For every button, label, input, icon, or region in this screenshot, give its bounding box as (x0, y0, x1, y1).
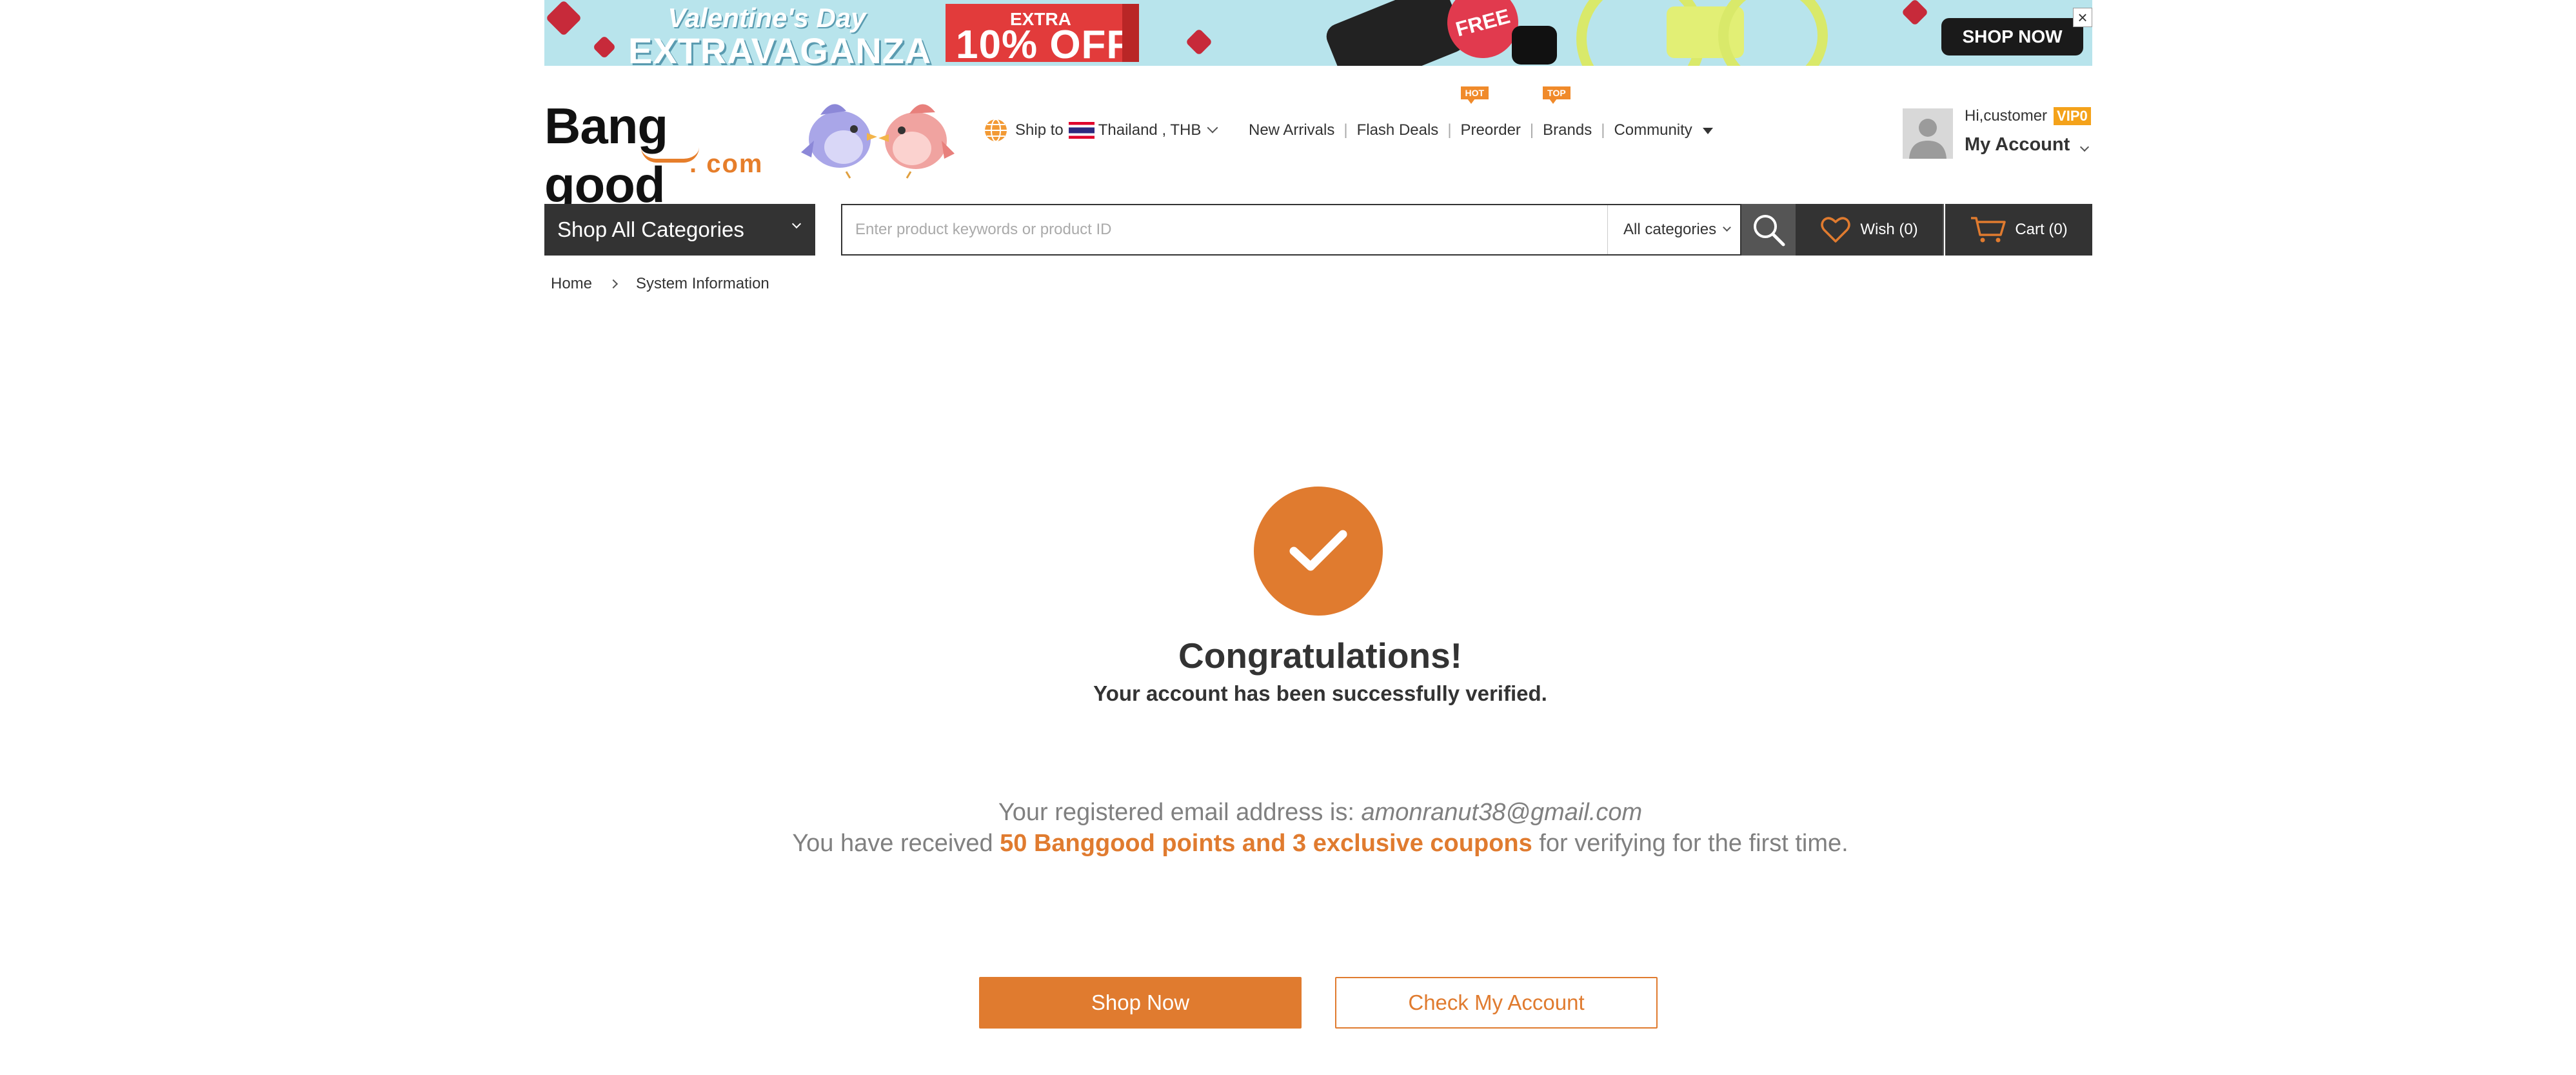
reward-message: You have received 50 Banggood points and… (708, 830, 1933, 858)
cart-button[interactable]: Cart (0) (1945, 204, 2092, 256)
category-select-value: All categories (1623, 221, 1717, 238)
nav-preorder-label: Preorder (1460, 121, 1521, 139)
checkmark-icon (1289, 530, 1347, 571)
nav-brands-label: Brands (1543, 121, 1592, 139)
search-button[interactable] (1741, 204, 1796, 256)
hot-badge: HOT (1460, 86, 1489, 104)
search-icon (1754, 215, 1785, 246)
country-currency: Thailand , THB (1098, 121, 1202, 139)
heart-decoration (592, 35, 617, 59)
banner-line2: EXTRAVAGANZA (628, 30, 932, 66)
user-silhouette-icon (1909, 119, 1947, 159)
reward-highlight: 50 Banggood points and 3 exclusive coupo… (1000, 830, 1532, 857)
heart-icon (1821, 217, 1851, 243)
top-navigation: New Arrivals | Flash Deals | HOT Preorde… (1249, 86, 1714, 142)
account-greeting: Hi,customer VIP0 (1965, 107, 2091, 125)
nav-flash-deals[interactable]: Flash Deals (1357, 121, 1439, 139)
shop-all-categories-label: Shop All Categories (557, 217, 744, 241)
category-select[interactable]: All categories (1607, 205, 1743, 254)
discount-percent: 10% OFF (956, 23, 1132, 66)
my-account-label: My Account (1965, 134, 2070, 155)
promo-banner[interactable]: Valentine's Day EXTRAVAGANZA EXTRA 10% O… (544, 0, 2092, 66)
nav-preorder[interactable]: HOT Preorder (1460, 86, 1521, 139)
nav-community-label: Community (1614, 121, 1692, 139)
shop-all-categories-button[interactable]: Shop All Categories (544, 204, 815, 256)
search-bar: All categories (841, 204, 1741, 256)
nav-community[interactable]: Community (1614, 121, 1714, 139)
discount-badge: EXTRA 10% OFF (946, 4, 1139, 66)
top-badge: TOP (1543, 86, 1570, 104)
banner-shop-now-button[interactable]: SHOP NOW (1941, 18, 2083, 55)
drone-rotor-image (1718, 0, 1828, 66)
chevron-down-icon (1723, 223, 1731, 232)
thailand-flag-icon (1068, 122, 1095, 139)
wishlist-button[interactable]: Wish (0) (1796, 204, 1944, 256)
check-my-account-button[interactable]: Check My Account (1335, 977, 1658, 1029)
globe-icon (985, 119, 1007, 142)
reward-prefix: You have received (792, 830, 1000, 857)
verification-message: Your account has been successfully verif… (1093, 681, 1547, 705)
ship-to-label: Ship to (1015, 121, 1064, 139)
page-title: Congratulations! (1178, 636, 1462, 676)
search-input[interactable] (842, 205, 1610, 254)
breadcrumb-home[interactable]: Home (551, 275, 592, 293)
avatar[interactable] (1903, 108, 1953, 159)
banner-line1: Valentine's Day (668, 3, 866, 33)
nav-separator: | (1447, 121, 1452, 139)
chevron-down-icon (2080, 142, 2090, 152)
nav-brands[interactable]: TOP Brands (1543, 86, 1592, 139)
nav-new-arrivals[interactable]: New Arrivals (1249, 121, 1334, 139)
breadcrumb-current: System Information (636, 275, 769, 292)
my-account-link[interactable]: My Account (1965, 134, 2090, 156)
success-check-icon (1254, 487, 1383, 616)
registered-email: amonranut38@gmail.com (1361, 799, 1643, 826)
chevron-right-icon (608, 279, 619, 289)
ship-to-selector[interactable]: Ship to Thailand , THB (983, 119, 1218, 142)
caret-down-icon (1703, 127, 1714, 134)
heart-decoration (1901, 0, 1929, 26)
tv-box-image (1322, 0, 1469, 66)
banggood-logo[interactable]: Bang good . com (544, 97, 777, 213)
heart-decoration (545, 0, 582, 37)
reward-suffix: for verifying for the first time. (1532, 830, 1848, 857)
cart-icon (1971, 217, 2006, 243)
watch-image (1512, 26, 1557, 65)
logo-domain: . com (689, 150, 764, 178)
vip-badge: VIP0 (2054, 107, 2091, 125)
heart-decoration (1185, 28, 1213, 56)
nav-separator: | (1601, 121, 1605, 139)
registered-email-line: Your registered email address is: amonra… (708, 799, 1933, 827)
shop-now-button[interactable]: Shop Now (979, 977, 1302, 1029)
account-menu[interactable]: Hi,customer VIP0 My Account (1903, 107, 2096, 165)
breadcrumb: Home System Information (551, 275, 769, 293)
love-birds-icon (801, 104, 955, 179)
discount-side-strip (1122, 4, 1139, 62)
greeting-text: Hi,customer (1965, 107, 2048, 125)
cart-label: Cart (0) (2015, 221, 2068, 238)
nav-separator: | (1343, 121, 1348, 139)
chevron-down-icon (791, 219, 802, 229)
banner-close-button[interactable]: × (2073, 8, 2092, 27)
email-prefix: Your registered email address is: (998, 799, 1362, 826)
chevron-down-icon (1207, 122, 1218, 134)
nav-separator: | (1529, 121, 1534, 139)
banner-headline: Valentine's Day EXTRAVAGANZA (628, 3, 932, 66)
wishlist-label: Wish (0) (1860, 221, 1918, 238)
